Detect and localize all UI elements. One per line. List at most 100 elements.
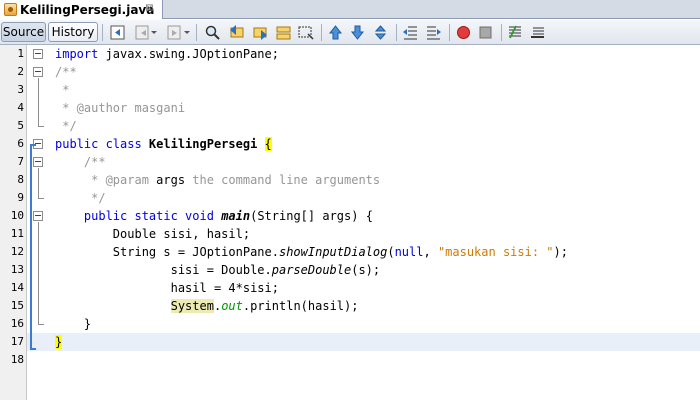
keyword: public class [55,137,142,151]
code-line-12[interactable]: String s = JOptionPane.showInputDialog(n… [55,243,568,261]
toolbar-separator [501,24,502,41]
fold-guide [38,78,39,126]
code-line-8[interactable]: * @param args the command line arguments [55,171,380,189]
code-line-2[interactable]: /** [55,63,77,81]
fold-toggle-icon[interactable] [33,157,43,167]
code-line-9[interactable]: */ [55,189,105,207]
current-line-highlight [27,333,700,351]
line-number: 10 [10,209,24,222]
matched-brace: { [264,137,272,151]
previous-bookmark-icon[interactable] [327,24,344,41]
line-number: 1 [17,47,24,60]
code-line-3[interactable]: * [55,81,69,99]
code-text: .println(hasil); [242,299,359,313]
back-icon[interactable] [134,24,151,41]
close-tab-icon[interactable]: ⊠ [143,2,156,15]
next-bookmark-icon[interactable] [349,24,366,41]
fold-guide-end [38,126,44,127]
javadoc-arg: args [148,173,186,187]
code-line-7[interactable]: /** [55,153,106,171]
back-dropdown-icon[interactable] [150,24,158,41]
line-number: 17 [10,335,24,348]
brace-match-guide-end [30,348,36,350]
source-button[interactable]: Source [1,22,46,42]
uncomment-icon[interactable] [529,24,546,41]
shift-left-icon[interactable] [402,24,419,41]
line-number: 15 [10,299,24,312]
static-field: out [221,299,243,313]
code-text: String s = JOptionPane. [55,245,279,259]
code-line-14[interactable]: hasil = 4*sisi; [55,279,279,297]
class-name: KelilingPersegi [141,137,265,151]
tab-title: KelilingPersegi.java [20,2,155,17]
code-line-4[interactable]: * @author masgani [55,99,185,117]
code-line-5[interactable]: */ [55,117,76,135]
code-text: (s); [351,263,381,277]
toggle-highlight-icon[interactable] [275,24,292,41]
fold-toggle-icon[interactable] [33,211,43,221]
code-line-13[interactable]: sisi = Double.parseDouble(s); [55,261,381,279]
matched-brace: } [55,335,63,349]
line-number: 12 [10,245,24,258]
highlighted-identifier: System [170,299,214,313]
line-number: 14 [10,281,24,294]
code-line-1[interactable]: import javax.swing.JOptionPane; [55,45,279,63]
code-line-6[interactable]: public class KelilingPersegi { [55,135,272,153]
code-line-11[interactable]: Double sisi, hasil; [55,225,250,243]
brace-match-guide-start [30,144,36,146]
line-number: 6 [17,137,24,150]
editor-toolbar: Source History [0,20,700,45]
fold-toggle-icon[interactable] [33,67,43,77]
stop-macro-icon[interactable] [477,24,494,41]
toggle-rect-select-icon[interactable] [297,24,314,41]
line-number: 3 [17,83,24,96]
start-macro-icon[interactable] [455,24,472,41]
string-literal: "masukan sisi: " [437,245,554,259]
code-line-16[interactable]: } [55,315,91,333]
fold-guide [38,168,39,198]
line-number: 18 [10,353,24,366]
shift-right-icon[interactable] [425,24,442,41]
toolbar-separator [196,24,197,41]
code-text: sisi = Double. [55,263,272,277]
static-method: showInputDialog [278,245,388,259]
forward-dropdown-icon[interactable] [183,24,191,41]
fold-guide [38,222,39,324]
find-previous-icon[interactable] [228,24,245,41]
method-name: main [221,209,251,223]
brace-match-guide [30,145,32,350]
tab-keliling-persegi[interactable]: KelilingPersegi.java ⊠ [0,0,163,19]
history-button[interactable]: History [48,22,98,42]
fold-toggle-icon[interactable] [33,49,43,59]
keyword: import [55,47,99,61]
find-selection-icon[interactable] [204,24,221,41]
code-line-17[interactable]: } [55,333,63,351]
last-edit-icon[interactable] [109,24,126,41]
line-number: 4 [17,101,24,114]
line-number: 9 [17,191,24,204]
toolbar-separator [449,24,450,41]
code-text: , [423,245,438,259]
fold-guide-end [38,324,44,325]
find-next-icon[interactable] [252,24,269,41]
javadoc-tag: @param [105,173,149,187]
code-line-10[interactable]: public static void main(String[] args) { [55,207,373,225]
java-file-icon [4,3,17,16]
toggle-bookmark-icon[interactable] [372,24,389,41]
toolbar-separator [102,24,103,41]
line-number: 5 [17,119,24,132]
line-number: 16 [10,317,24,330]
line-number: 8 [17,173,24,186]
keyword: public static void [83,209,214,223]
toolbar-separator [396,24,397,41]
keyword: null [394,245,424,259]
code-line-15[interactable]: System.out.println(hasil); [55,297,358,315]
forward-icon[interactable] [166,24,183,41]
line-number: 2 [17,65,24,78]
code-text: ( [387,245,395,259]
comment-icon[interactable] [507,24,524,41]
static-method: parseDouble [271,263,352,277]
code-text: ); [553,245,568,259]
